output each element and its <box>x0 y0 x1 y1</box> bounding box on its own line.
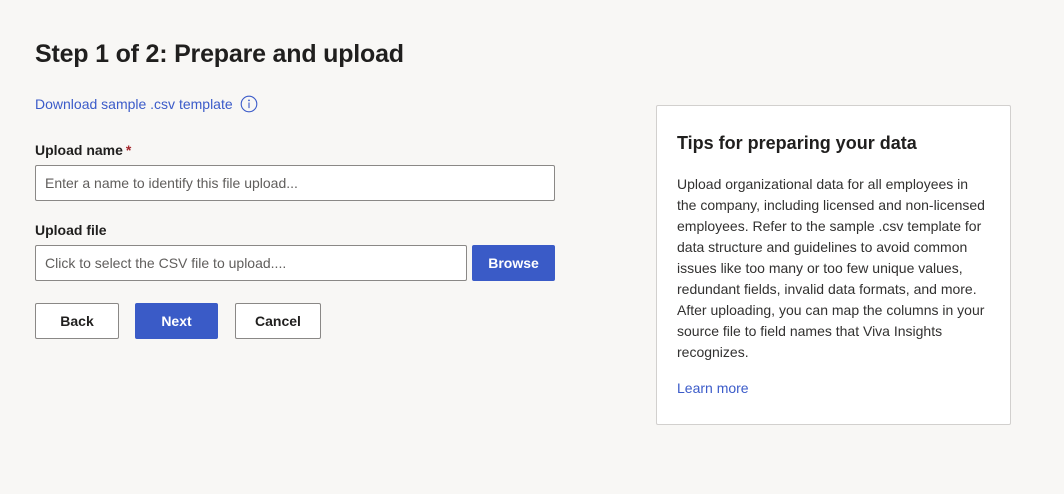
tips-title: Tips for preparing your data <box>677 133 917 153</box>
upload-name-input[interactable]: Enter a name to identify this file uploa… <box>35 165 555 201</box>
upload-file-label: Upload file <box>35 222 107 238</box>
next-button[interactable]: Next <box>135 303 218 339</box>
browse-button[interactable]: Browse <box>472 245 555 281</box>
download-template-link[interactable]: Download sample .csv template <box>35 94 233 114</box>
learn-more-link[interactable]: Learn more <box>677 380 749 396</box>
info-icon[interactable] <box>240 95 258 113</box>
back-button[interactable]: Back <box>35 303 119 339</box>
tips-body: Upload organizational data for all emplo… <box>677 176 985 360</box>
upload-name-label: Upload name * <box>35 140 131 160</box>
required-marker: * <box>125 142 132 158</box>
page-title: Step 1 of 2: Prepare and upload <box>35 40 404 68</box>
cancel-button[interactable]: Cancel <box>235 303 321 339</box>
tips-card: Tips for preparing your data Upload orga… <box>656 105 1011 425</box>
upload-name-label-text: Upload name <box>35 142 123 158</box>
download-template-row: Download sample .csv template <box>35 94 258 114</box>
upload-file-input[interactable]: Click to select the CSV file to upload..… <box>35 245 467 281</box>
